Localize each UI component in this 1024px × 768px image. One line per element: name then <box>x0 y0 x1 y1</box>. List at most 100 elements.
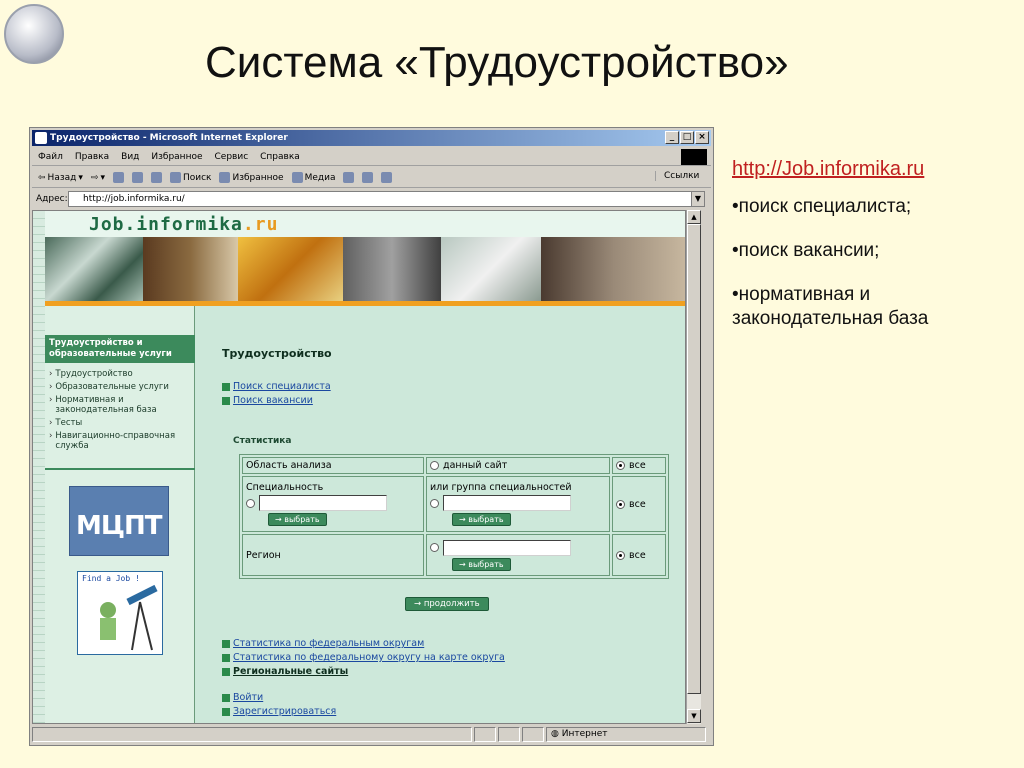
presentation-logo <box>4 4 64 64</box>
maximize-button[interactable]: □ <box>680 131 694 144</box>
note-item: •поиск специалиста; <box>732 196 912 217</box>
specialty-input[interactable] <box>259 495 387 511</box>
arrow-icon <box>222 693 230 702</box>
history-icon <box>343 172 355 183</box>
site-url-link[interactable]: http://Job.informika.ru <box>732 158 1012 181</box>
radio-this-site[interactable] <box>430 461 439 470</box>
select-specialty-button[interactable]: → выбрать <box>268 513 327 526</box>
search-label: Поиск <box>182 172 212 183</box>
status-cell <box>474 727 496 742</box>
all-label: все <box>629 549 646 561</box>
print-button[interactable] <box>362 172 374 183</box>
radio-specialty[interactable] <box>246 498 255 508</box>
link-regional-sites[interactable]: Региональные сайты <box>222 666 348 677</box>
status-cell <box>498 727 520 742</box>
minimize-button[interactable]: _ <box>665 131 679 144</box>
forward-button[interactable]: ⇨ ▾ <box>91 173 105 183</box>
row2-label: Специальность <box>246 482 324 493</box>
back-label: Назад <box>47 172 77 183</box>
ie-icon <box>35 132 47 144</box>
site-title-tld: .ru <box>242 214 279 235</box>
media-button[interactable]: Медиа <box>291 172 336 183</box>
select-group-button[interactable]: → выбрать <box>452 513 511 526</box>
side-notes: http://Job.informika.ru •поиск специалис… <box>732 158 1012 351</box>
history-button[interactable] <box>343 172 355 183</box>
links-button[interactable]: Ссылки <box>655 171 707 181</box>
sidebar-item-education[interactable]: › Образовательные услуги <box>49 382 189 392</box>
windows-flag-icon <box>681 149 707 165</box>
all-label: все <box>629 460 646 471</box>
edit-button[interactable] <box>381 172 393 183</box>
row3-all: все <box>612 534 666 576</box>
toolbar: ⇦ Назад ▾ ⇨ ▾ Поиск Избранное Медиа Ссылк… <box>32 168 711 188</box>
status-zone: ◍ Интернет <box>546 727 706 742</box>
sidebar-item-tests[interactable]: › Тесты <box>49 418 189 428</box>
sidebar-item-employment[interactable]: › Трудоустройство <box>49 369 189 379</box>
radio-specialty-group[interactable] <box>430 498 439 508</box>
mcpt-logo-text: МЦПТ <box>76 511 162 541</box>
row2-option-label: или группа специальностей <box>430 482 572 493</box>
scroll-up-icon[interactable]: ▲ <box>687 210 701 224</box>
scroll-down-icon[interactable]: ▼ <box>687 709 701 723</box>
address-input[interactable]: http://job.informika.ru/ ▼ <box>68 191 705 207</box>
back-button[interactable]: ⇦ Назад ▾ <box>38 173 83 183</box>
mcpt-logo[interactable]: МЦПТ <box>69 486 169 556</box>
chevron-right-icon: › <box>49 369 53 379</box>
link-federal-map[interactable]: Статистика по федеральному округу на кар… <box>222 652 505 663</box>
region-input[interactable] <box>443 539 571 556</box>
link-label: Статистика по федеральным округам <box>233 638 425 649</box>
print-icon <box>362 172 374 183</box>
scroll-thumb[interactable] <box>687 224 701 694</box>
site-title-main: Job.informika <box>89 214 243 235</box>
arrow-icon <box>222 396 230 405</box>
stop-button[interactable] <box>112 172 124 183</box>
specialty-group-input[interactable] <box>443 495 571 511</box>
sidebar-item-legal[interactable]: › Нормативная и законодательная база <box>49 395 189 415</box>
home-button[interactable] <box>150 172 162 183</box>
link-login[interactable]: Войти <box>222 692 263 703</box>
link-label: Войти <box>233 692 264 703</box>
radio-all-area[interactable] <box>616 461 625 470</box>
link-find-vacancy[interactable]: Поиск вакансии <box>222 395 313 406</box>
telescope-person-illustration <box>100 584 158 651</box>
media-label: Медиа <box>304 172 336 183</box>
refresh-button[interactable] <box>131 172 143 183</box>
menu-favorites[interactable]: Избранное <box>151 152 202 162</box>
link-register[interactable]: Зарегистрироваться <box>222 706 336 717</box>
row2-cell: Специальность → выбрать <box>242 476 424 532</box>
menu-edit[interactable]: Правка <box>75 152 109 162</box>
address-dropdown-icon[interactable]: ▼ <box>691 192 704 206</box>
radio-all-region[interactable] <box>616 550 625 560</box>
link-find-specialist[interactable]: Поиск специалиста <box>222 381 331 392</box>
select-region-button[interactable]: → выбрать <box>452 557 511 571</box>
search-icon <box>169 172 181 183</box>
address-bar: Адрес: http://job.informika.ru/ ▼ <box>32 190 711 208</box>
row2-all: все <box>612 476 666 532</box>
browser-title: Трудоустройство - Microsoft Internet Exp… <box>50 133 288 143</box>
close-button[interactable]: × <box>695 131 709 144</box>
menu-tools[interactable]: Сервис <box>215 152 249 162</box>
radio-region[interactable] <box>430 543 439 552</box>
sidebar-item-label: Нормативная и законодательная база <box>55 395 157 415</box>
globe-icon: ◍ <box>551 729 562 739</box>
menu-file[interactable]: Файл <box>38 152 63 162</box>
radio-all-specialty[interactable] <box>616 499 625 509</box>
status-cell <box>522 727 544 742</box>
slide-title: Система «Трудоустройство» <box>205 38 789 87</box>
status-zone-label: Интернет <box>561 729 608 739</box>
favorites-label: Избранное <box>232 172 284 183</box>
sidebar-item-navigation[interactable]: › Навигационно-справочная служба <box>49 431 189 451</box>
menu-view[interactable]: Вид <box>121 152 139 162</box>
continue-button[interactable]: → продолжить <box>405 597 489 611</box>
sidebar-item-label: Образовательные услуги <box>55 382 169 392</box>
vertical-scrollbar[interactable]: ▲ ▼ <box>686 210 701 724</box>
sidebar-nav: › Трудоустройство › Образовательные услуги… <box>49 369 189 454</box>
favorites-button[interactable]: Избранное <box>219 172 284 183</box>
arrow-icon <box>222 707 230 716</box>
link-federal-stats[interactable]: Статистика по федеральным округам <box>222 638 424 649</box>
browser-titlebar: Трудоустройство - Microsoft Internet Exp… <box>32 130 711 146</box>
browser-window: Трудоустройство - Microsoft Internet Exp… <box>29 127 714 746</box>
menu-help[interactable]: Справка <box>260 152 300 162</box>
search-button[interactable]: Поиск <box>169 172 212 183</box>
find-a-job-banner[interactable]: Find a Job ! <box>77 571 163 655</box>
